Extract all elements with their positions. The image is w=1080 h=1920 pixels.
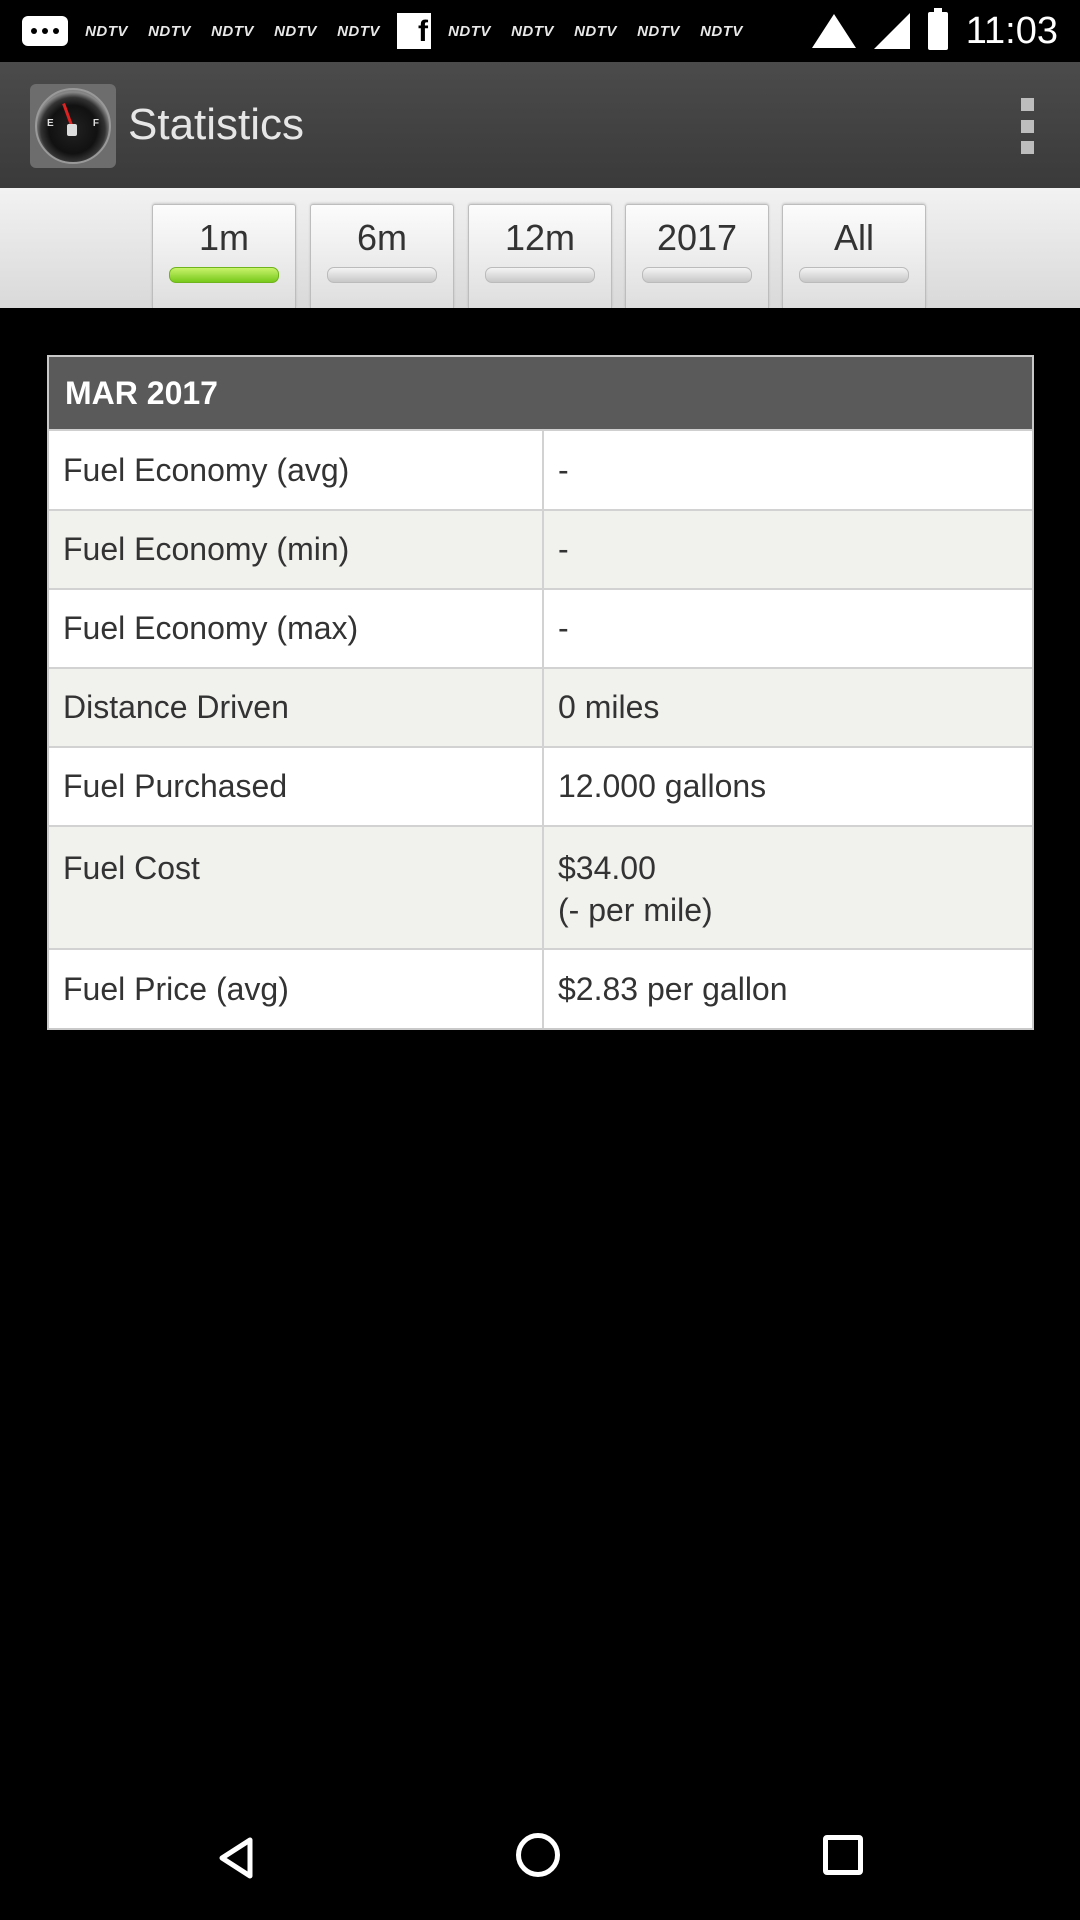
ndtv-notification-icon: NDTV [448,22,491,40]
wifi-icon [811,14,856,48]
recents-icon[interactable] [823,1835,863,1875]
statistics-card: MAR 2017 Fuel Economy (avg) - Fuel Econo… [47,355,1034,1030]
gauge-empty-label: E [47,118,54,129]
tab-indicator [799,267,909,283]
ndtv-notification-icon: NDTV [637,22,680,40]
navigation-bar [0,1795,1080,1920]
battery-icon [927,8,948,50]
more-vert-icon[interactable] [1012,98,1042,154]
statistics-table: Fuel Economy (avg) - Fuel Economy (min) … [49,431,1032,1028]
notification-icons: NDTV NDTV NDTV NDTV NDTV f NDTV NDTV NDT… [22,12,746,50]
stat-value: - [542,509,1032,590]
table-row: Fuel Economy (avg) - [49,431,1032,511]
fuel-cost-per-mile: (- per mile) [558,892,713,928]
tab-12m[interactable]: 12m [468,204,612,308]
tab-label: 2017 [656,217,738,258]
status-bar: NDTV NDTV NDTV NDTV NDTV f NDTV NDTV NDT… [0,0,1080,62]
stat-label: Fuel Economy (max) [49,588,544,669]
signal-icon [873,13,910,49]
ndtv-notification-icon: NDTV [574,22,617,40]
table-row: Distance Driven 0 miles [49,667,1032,748]
table-row: Fuel Price (avg) $2.83 per gallon [49,948,1032,1028]
ndtv-notification-icon: NDTV [148,22,191,40]
stat-value: $34.00 (- per mile) [542,825,1032,950]
ndtv-notification-icon: NDTV [337,22,380,40]
ndtv-notification-icon: NDTV [85,22,128,40]
tab-label: 12m [504,217,576,258]
stat-value: $2.83 per gallon [542,948,1032,1028]
back-icon[interactable] [216,1836,256,1880]
table-row: Fuel Cost $34.00 (- per mile) [49,825,1032,950]
fuel-cost-total: $34.00 [558,850,656,886]
message-icon [22,16,68,46]
fuel-pump-icon [67,124,77,136]
tab-label: 6m [356,217,407,258]
table-row: Fuel Economy (max) - [49,588,1032,669]
stat-label: Fuel Purchased [49,746,544,827]
stat-label: Distance Driven [49,667,544,748]
stat-label: Fuel Economy (min) [49,509,544,590]
facebook-icon: f [397,13,431,49]
stat-label: Fuel Cost [49,825,544,950]
table-row: Fuel Economy (min) - [49,509,1032,590]
stat-label: Fuel Price (avg) [49,948,544,1028]
home-icon[interactable] [516,1833,560,1877]
ndtv-notification-icon: NDTV [700,22,743,40]
tab-2017[interactable]: 2017 [625,204,769,308]
ndtv-notification-icon: NDTV [211,22,254,40]
stat-value: 12.000 gallons [542,746,1032,827]
ndtv-notification-icon: NDTV [274,22,317,40]
fuel-gauge-icon[interactable]: E F [30,84,116,168]
gauge-full-label: F [92,118,99,129]
ndtv-notification-icon: NDTV [511,22,554,40]
stat-value: - [542,588,1032,669]
tab-indicator [327,267,437,283]
system-status: 11:03 [811,8,1058,54]
tab-label: All [833,217,874,258]
tab-indicator-active [169,267,279,283]
stat-value: - [542,431,1032,511]
stat-value: 0 miles [542,667,1032,748]
period-filter-bar: 1m 6m 12m 2017 All [0,188,1080,308]
tab-indicator [485,267,595,283]
tab-label: 1m [198,217,249,258]
clock: 11:03 [965,9,1058,52]
period-header: MAR 2017 [49,357,1032,431]
table-row: Fuel Purchased 12.000 gallons [49,746,1032,827]
action-bar: E F Statistics [0,62,1080,188]
tab-6m[interactable]: 6m [310,204,454,308]
stat-label: Fuel Economy (avg) [49,431,544,511]
page-title: Statistics [128,100,305,149]
tab-1m[interactable]: 1m [152,204,296,308]
gauge-dial: E F [35,88,111,164]
tab-indicator [642,267,752,283]
tab-all[interactable]: All [782,204,926,308]
